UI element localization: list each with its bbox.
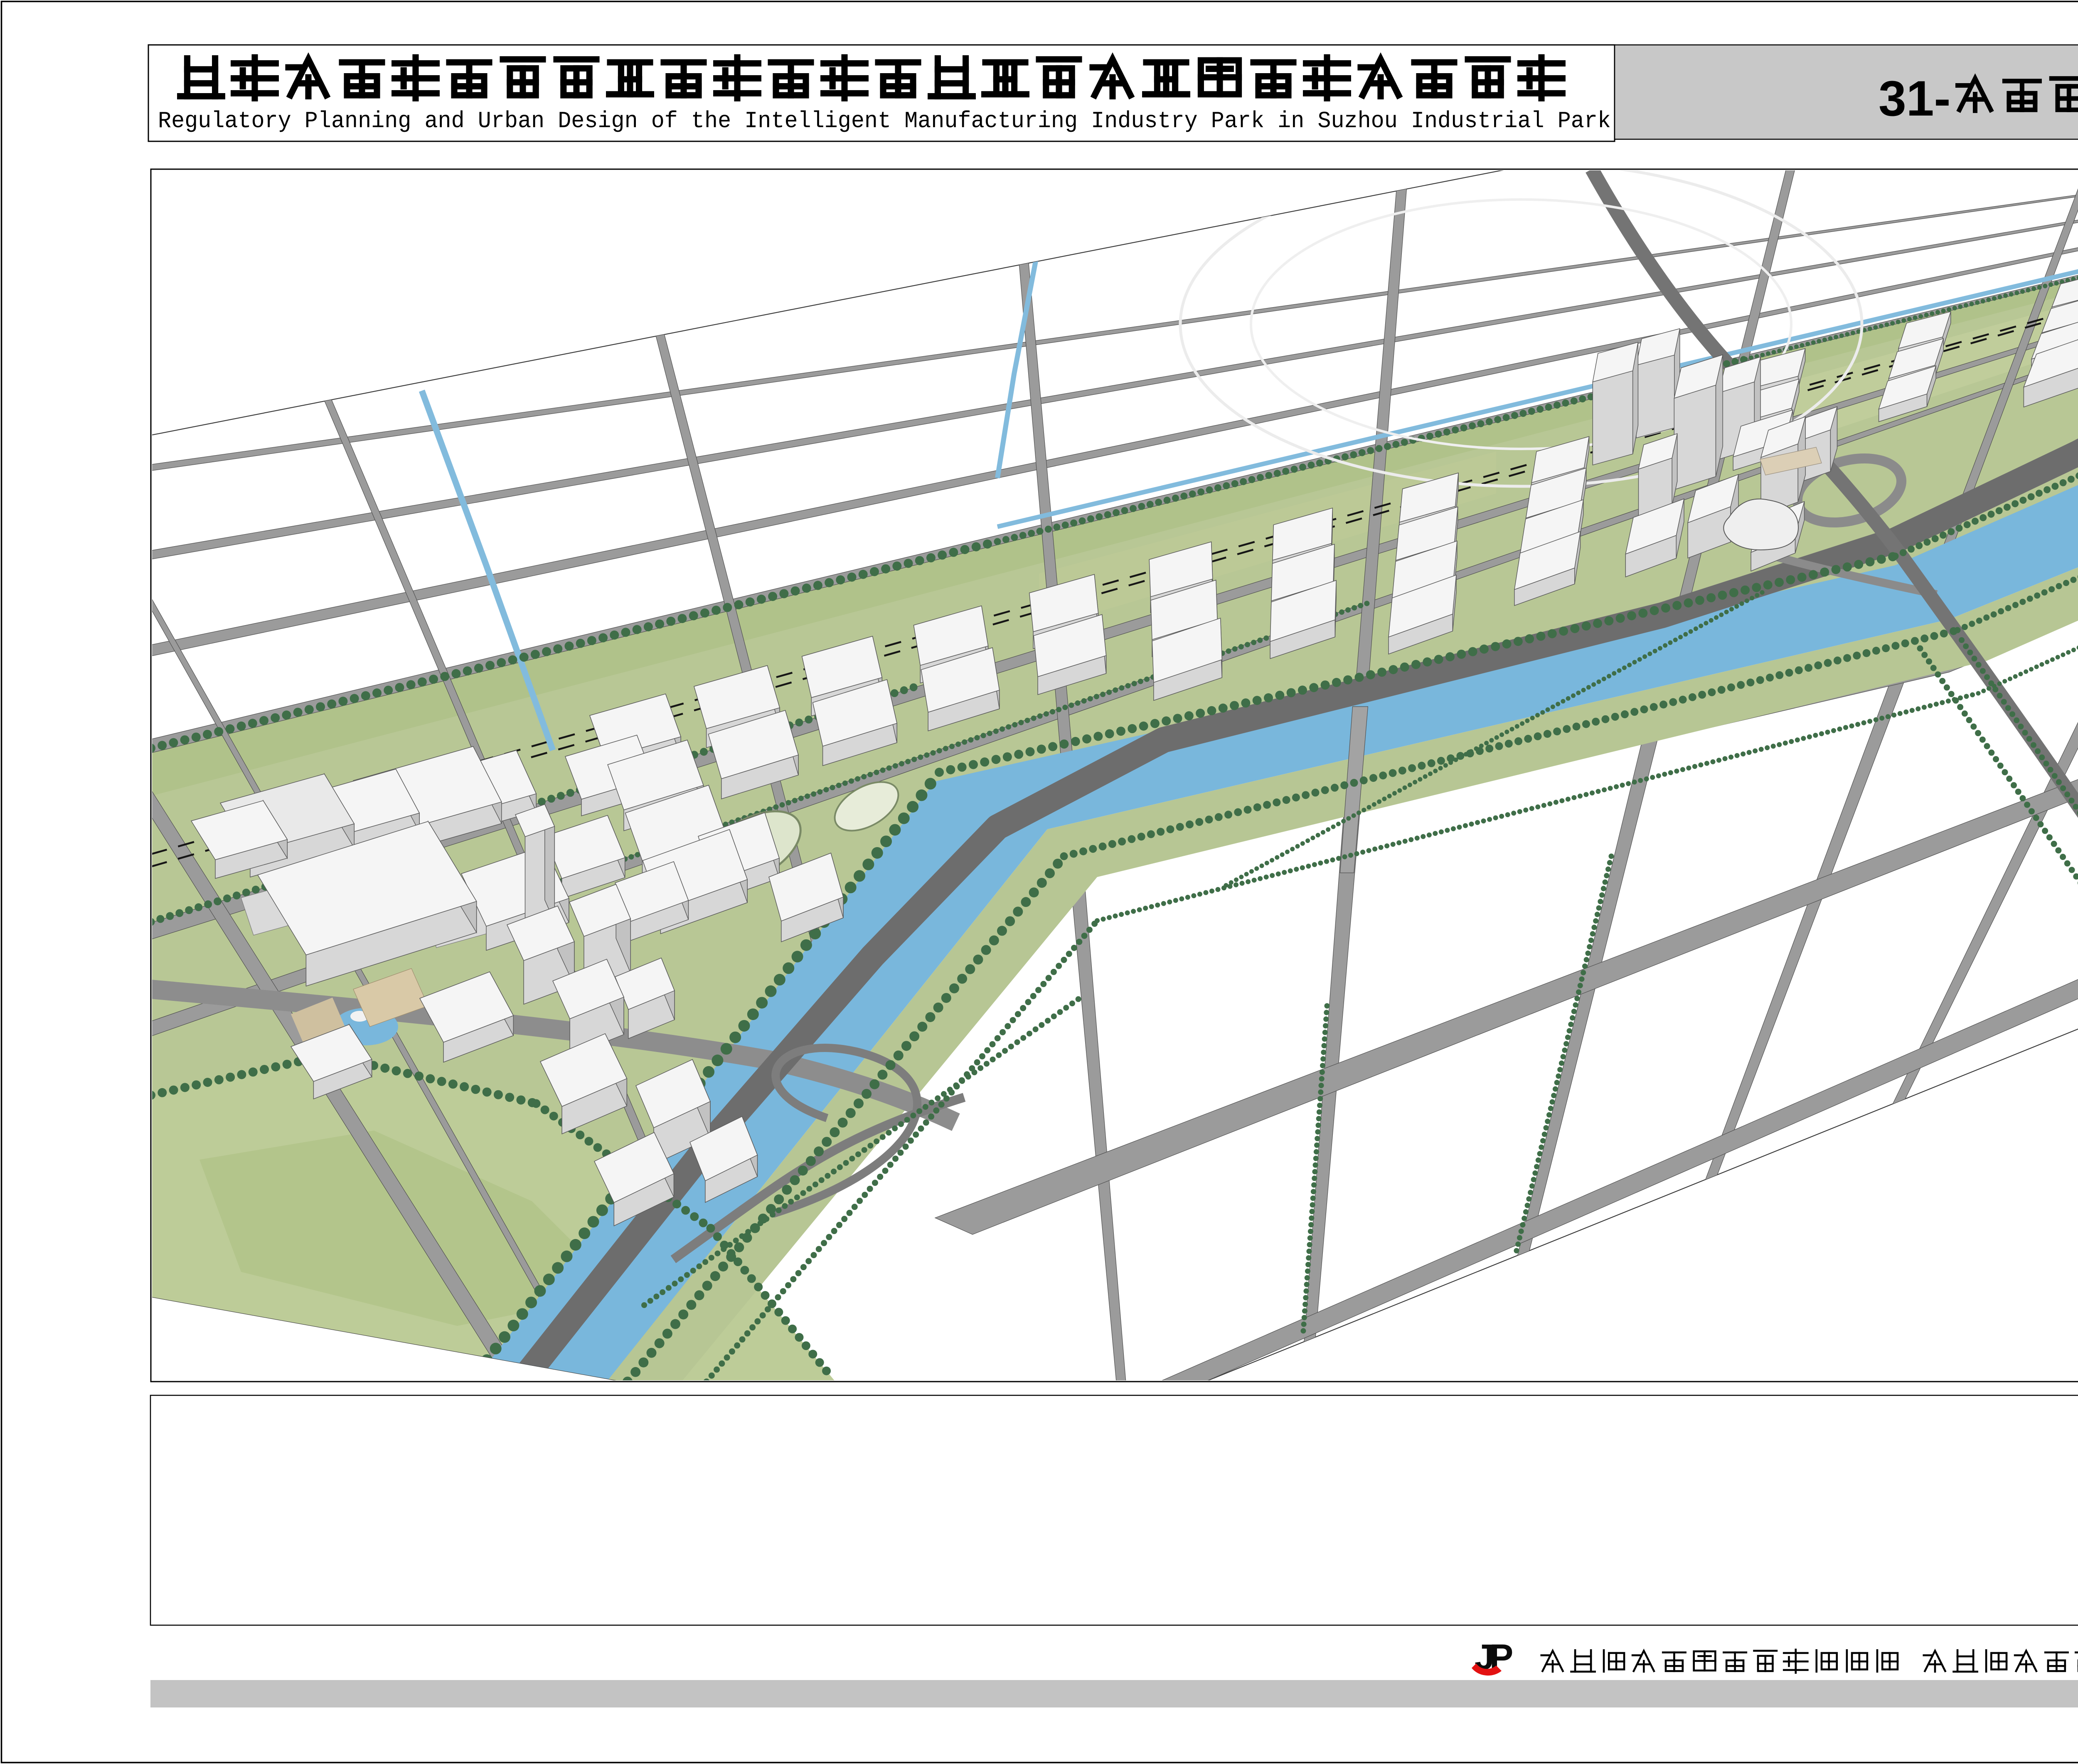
svg-text:Regulatory Planning and Urban: Regulatory Planning and Urban Design of …	[158, 108, 1611, 134]
svg-text:31-: 31-	[1879, 71, 1950, 126]
